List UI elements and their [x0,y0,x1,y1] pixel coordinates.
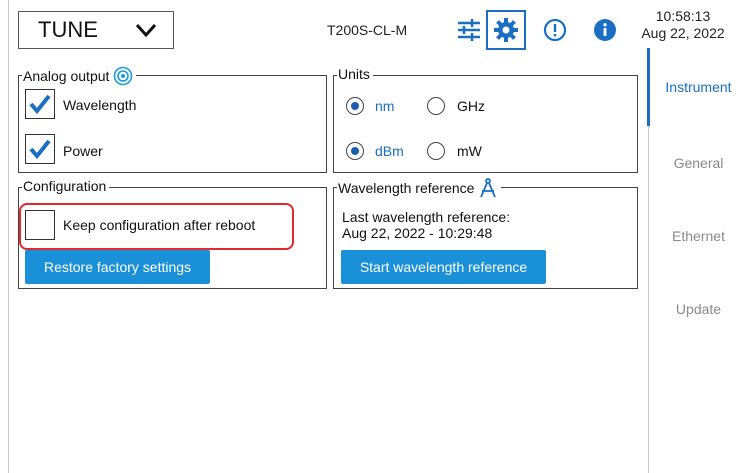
info-icon [594,19,616,41]
unit-ghz-radio[interactable] [427,97,445,115]
checkmark-icon [29,94,51,115]
chevron-down-icon [135,23,157,38]
configuration-title: Configuration [22,178,110,194]
compass-icon [480,178,497,198]
sidebar-item-instrument[interactable]: Instrument [647,48,747,126]
sidebar-item-general[interactable]: General [649,124,747,202]
highlight-box [19,203,294,250]
checkmark-icon [29,139,51,160]
analog-output-title: Analog output [22,66,137,86]
unit-nm-radio[interactable] [346,97,364,115]
instrument-model: T200S-CL-M [327,22,408,38]
sidebar-item-update[interactable]: Update [649,270,747,348]
wavelength-checkbox[interactable] [25,89,55,119]
unit-ghz-label: GHz [457,98,485,114]
units-title: Units [337,66,373,82]
analog-output-group: Analog output Wavelength Power [18,66,327,173]
wavelength-reference-info: Last wavelength reference: Aug 22, 2022 … [342,209,510,241]
configuration-title-text: Configuration [23,178,107,194]
gear-icon [494,18,518,42]
sliders-icon [458,19,480,41]
wavelength-reference-title: Wavelength reference [337,178,502,198]
power-checkbox[interactable] [25,134,55,164]
clock-time: 10:58:13 [655,8,711,24]
power-label: Power [63,143,103,159]
last-reference-label: Last wavelength reference: [342,209,511,225]
settings-sidebar: Instrument General Ethernet Update [647,48,747,473]
alert-button[interactable] [536,11,574,49]
header: TUNE T200S-CL-M 10:58:13 Aug 22, 2022 [8,0,747,62]
alert-circle-icon [543,18,567,42]
analog-output-title-text: Analog output [23,68,110,84]
units-title-text: Units [338,66,370,82]
unit-dbm-radio[interactable] [346,142,364,160]
unit-nm-label: nm [375,98,395,114]
last-reference-value: Aug 22, 2022 - 10:29:48 [342,225,493,241]
sidebar-item-ethernet[interactable]: Ethernet [649,197,747,275]
mode-select-value: TUNE [38,17,98,42]
info-button[interactable] [586,11,624,49]
mode-select[interactable]: TUNE [18,11,174,49]
units-group: Units nm GHz dBm mW [333,66,638,173]
sliders-button[interactable] [450,11,488,49]
start-wavelength-reference-button[interactable]: Start wavelength reference [341,250,546,284]
wavelength-reference-title-text: Wavelength reference [338,180,475,196]
unit-mw-radio[interactable] [427,142,445,160]
target-icon [114,66,133,86]
unit-mw-label: mW [457,143,482,159]
clock-date: Aug 22, 2022 [641,25,725,41]
restore-factory-settings-button[interactable]: Restore factory settings [25,250,210,284]
wavelength-reference-group: Wavelength reference Last wavelength ref… [333,178,638,289]
wavelength-label: Wavelength [63,97,137,113]
clock: 10:58:13 Aug 22, 2022 [623,8,743,42]
settings-button[interactable] [486,10,526,50]
unit-dbm-label: dBm [375,143,404,159]
